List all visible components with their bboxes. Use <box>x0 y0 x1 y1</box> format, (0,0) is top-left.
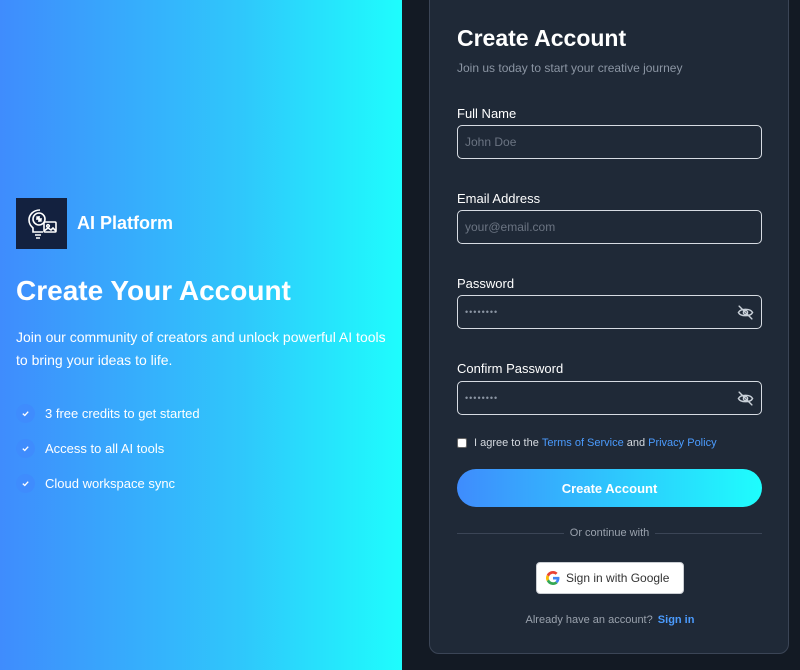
feature-label: Cloud workspace sync <box>45 476 176 491</box>
confirm-password-label: Confirm Password <box>457 361 564 376</box>
full-name-input[interactable] <box>465 135 754 149</box>
eye-off-icon[interactable] <box>736 303 754 321</box>
check-icon <box>16 439 35 458</box>
google-icon <box>546 571 560 585</box>
terms-link[interactable]: Terms of Service <box>542 437 624 449</box>
signin-prompt: Already have an account? <box>525 614 653 626</box>
email-field[interactable] <box>457 210 762 244</box>
signup-card: Create Account Join us today to start yo… <box>429 0 789 654</box>
signin-row: Already have an account? Sign in <box>430 614 790 626</box>
email-label: Email Address <box>457 191 541 206</box>
divider-line <box>655 532 763 534</box>
form-subtitle: Join us today to start your creative jou… <box>457 61 683 75</box>
form-panel: Create Account Join us today to start yo… <box>402 0 800 670</box>
feature-label: 3 free credits to get started <box>45 406 200 421</box>
divider-line <box>457 532 564 534</box>
full-name-field[interactable] <box>457 125 762 159</box>
terms-prefix: I agree to the <box>474 437 539 449</box>
check-icon <box>16 404 35 423</box>
feature-item: 3 free credits to get started <box>16 396 200 431</box>
eye-off-icon[interactable] <box>736 389 754 407</box>
password-value[interactable]: •••••••• <box>465 307 736 317</box>
check-icon <box>16 474 35 493</box>
full-name-label: Full Name <box>457 106 517 121</box>
terms-and: and <box>626 437 646 449</box>
privacy-link[interactable]: Privacy Policy <box>648 437 716 449</box>
google-signin-button[interactable]: Sign in with Google <box>536 562 684 594</box>
confirm-password-field[interactable]: •••••••• <box>457 381 762 415</box>
terms-agreement: I agree to the Terms of Service and Priv… <box>457 437 720 449</box>
signin-link[interactable]: Sign in <box>658 614 695 626</box>
confirm-password-value[interactable]: •••••••• <box>465 393 736 403</box>
feature-item: Access to all AI tools <box>16 431 200 466</box>
feature-label: Access to all AI tools <box>45 441 165 456</box>
password-field[interactable]: •••••••• <box>457 295 762 329</box>
hero-panel: AI Platform Create Your Account Join our… <box>0 0 402 670</box>
divider-text: Or continue with <box>569 527 650 539</box>
brand: AI Platform <box>16 198 173 249</box>
password-label: Password <box>457 276 515 291</box>
brain-bulb-icon <box>16 198 67 249</box>
hero-description: Join our community of creators and unloc… <box>16 329 386 368</box>
divider: Or continue with <box>457 527 763 539</box>
hero-title: Create Your Account <box>16 275 291 306</box>
form-title: Create Account <box>457 25 627 51</box>
email-input[interactable] <box>465 220 754 234</box>
brand-name: AI Platform <box>77 213 174 233</box>
feature-list: 3 free credits to get started Access to … <box>16 396 200 501</box>
create-account-button[interactable]: Create Account <box>457 469 762 507</box>
feature-item: Cloud workspace sync <box>16 466 200 501</box>
google-label: Sign in with Google <box>566 571 670 585</box>
terms-checkbox[interactable] <box>457 438 467 448</box>
